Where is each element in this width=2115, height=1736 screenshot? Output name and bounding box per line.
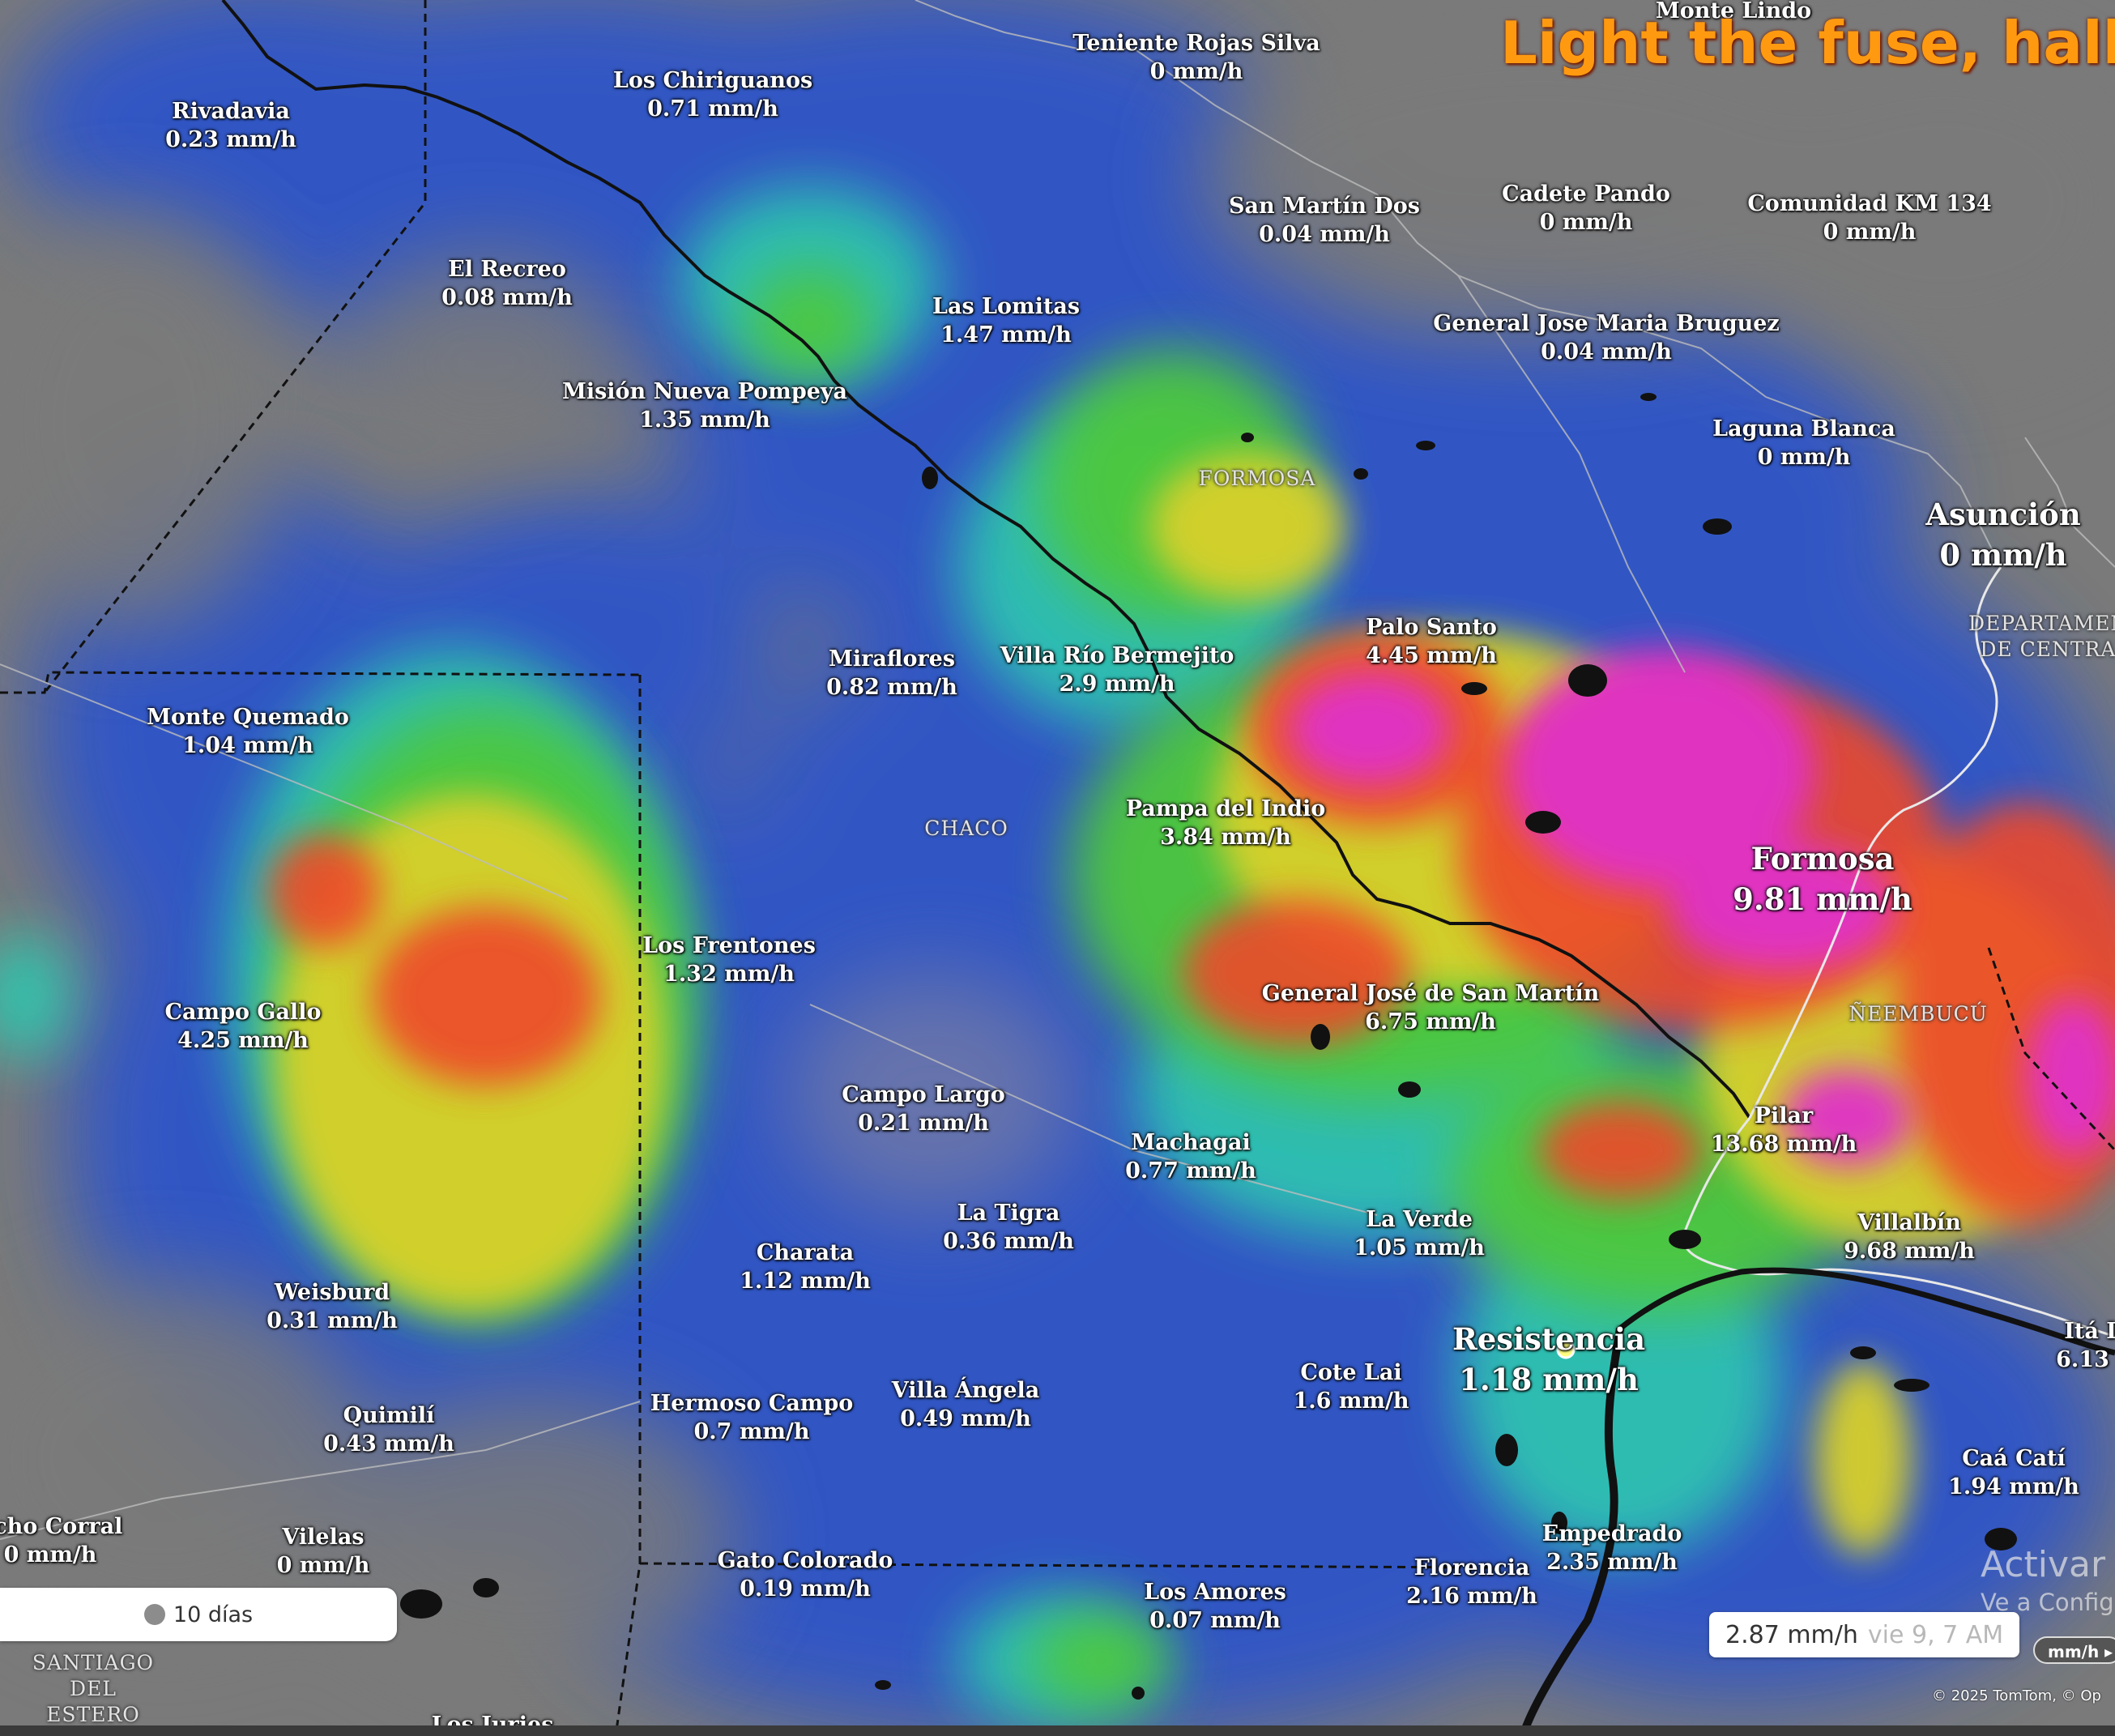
region-chaco: CHACO (924, 817, 1008, 840)
precipitation-map[interactable]: FORMOSA CHACO ÑEEMBUCÚ SANTIAGO DEL ESTE… (0, 0, 2115, 1736)
city-rivadavia[interactable]: Rivadavia 0.23 mm/h (165, 97, 296, 154)
region-formosa: FORMOSA (1198, 467, 1316, 490)
city-resistencia[interactable]: Resistencia 1.18 mm/h (1452, 1319, 1645, 1400)
city-villalbin[interactable]: Villalbín 9.68 mm/h (1844, 1209, 1975, 1265)
tooltip-time: vie 9, 7 AM (1867, 1620, 2004, 1649)
city-rancho-corral[interactable]: ncho Corral0 mm/h (0, 1512, 122, 1569)
city-campo-gallo[interactable]: Campo Gallo 4.25 mm/h (165, 998, 322, 1055)
city-cote-lai[interactable]: Cote Lai 1.6 mm/h (1293, 1359, 1409, 1415)
city-teniente-rojas-silva[interactable]: Teniente Rojas Silva 0 mm/h (1072, 29, 1320, 86)
city-quimili[interactable]: Quimilí 0.43 mm/h (323, 1401, 454, 1458)
bottom-strip (0, 1725, 2115, 1736)
city-florencia[interactable]: Florencia 2.16 mm/h (1406, 1554, 1537, 1610)
city-pampa-del-indio[interactable]: Pampa del Indio 3.84 mm/h (1126, 795, 1326, 851)
city-las-lomitas[interactable]: Las Lomitas 1.47 mm/h (932, 292, 1080, 349)
city-los-frentones[interactable]: Los Frentones 1.32 mm/h (642, 932, 816, 988)
city-vilelas[interactable]: Vilelas 0 mm/h (277, 1523, 370, 1580)
city-hermoso-campo[interactable]: Hermoso Campo 0.7 mm/h (650, 1389, 854, 1446)
watermark-line2: Ve a Config (1981, 1589, 2114, 1616)
city-el-recreo[interactable]: El Recreo 0.08 mm/h (441, 255, 573, 312)
watermark-line1: Activar V (1981, 1544, 2115, 1585)
city-ita-ibate[interactable]: Itá Ib6.13 m (2056, 1317, 2115, 1374)
city-weisburd[interactable]: Weisburd 0.31 mm/h (267, 1278, 398, 1335)
city-comunidad-km-134[interactable]: Comunidad KM 134 0 mm/h (1747, 190, 1991, 246)
city-monte-quemado[interactable]: Monte Quemado 1.04 mm/h (147, 703, 349, 760)
city-palo-santo[interactable]: Palo Santo 4.45 mm/h (1366, 613, 1497, 670)
city-empedrado[interactable]: Empedrado 2.35 mm/h (1542, 1520, 1682, 1576)
region-santiago-del-estero: SANTIAGO DEL ESTERO (32, 1651, 155, 1726)
activate-windows-watermark: Activar V Ve a Config (1981, 1543, 2115, 1618)
city-formosa[interactable]: Formosa 9.81 mm/h (1733, 838, 1912, 919)
timeline-label: 10 días (173, 1602, 254, 1627)
city-gato-colorado[interactable]: Gato Colorado 0.19 mm/h (718, 1546, 893, 1603)
city-la-tigra[interactable]: La Tigra 0.36 mm/h (943, 1199, 1074, 1256)
city-san-martin-dos[interactable]: San Martín Dos 0.04 mm/h (1229, 192, 1420, 249)
tooltip-value: 2.87 mm/h (1725, 1620, 1858, 1649)
region-neembucu: ÑEEMBUCÚ (1848, 1002, 1988, 1026)
city-los-amores[interactable]: Los Amores 0.07 mm/h (1144, 1578, 1286, 1635)
city-laguna-blanca[interactable]: Laguna Blanca 0 mm/h (1712, 415, 1895, 471)
city-machagai[interactable]: Machagai 0.77 mm/h (1125, 1128, 1256, 1185)
city-asuncion[interactable]: Asunción 0 mm/h (1925, 494, 2081, 575)
city-caa-cati[interactable]: Caá Catí 1.94 mm/h (1948, 1444, 2079, 1501)
value-tooltip: 2.87 mm/h vie 9, 7 AM (1709, 1612, 2020, 1657)
city-general-jose-maria-bruguez[interactable]: General Jose Maria Bruguez 0.04 mm/h (1433, 309, 1779, 366)
city-general-jose-de-san-martin[interactable]: General José de San Martín 6.75 mm/h (1262, 979, 1599, 1036)
city-pilar[interactable]: Pilar 13.68 mm/h (1711, 1102, 1857, 1158)
city-villa-angela[interactable]: Villa Ángela 0.49 mm/h (892, 1376, 1040, 1433)
region-departamento-central: DEPARTAMENT DE CENTRAL (1968, 612, 2115, 661)
city-campo-largo[interactable]: Campo Largo 0.21 mm/h (842, 1081, 1004, 1137)
units-button[interactable]: mm/h ▸ (2033, 1636, 2115, 1664)
city-miraflores[interactable]: Miraflores 0.82 mm/h (826, 645, 957, 702)
city-mision-nueva-pompeya[interactable]: Misión Nueva Pompeya 1.35 mm/h (562, 377, 847, 434)
timeline-dot-icon (143, 1604, 165, 1625)
city-la-verde[interactable]: La Verde 1.05 mm/h (1354, 1205, 1485, 1262)
city-charata[interactable]: Charata 1.12 mm/h (740, 1239, 871, 1295)
map-copyright: © 2025 TomTom, © Op (1932, 1687, 2101, 1704)
city-villa-rio-bermejito[interactable]: Villa Río Bermejito 2.9 mm/h (1000, 642, 1234, 698)
timeline-button[interactable]: 10 días (0, 1588, 397, 1641)
city-los-chiriguanos[interactable]: Los Chiriguanos 0.71 mm/h (613, 66, 812, 123)
banner-text: Light the fuse, halleł (1500, 9, 2115, 77)
city-cadete-pando[interactable]: Cadete Pando 0 mm/h (1502, 180, 1670, 237)
